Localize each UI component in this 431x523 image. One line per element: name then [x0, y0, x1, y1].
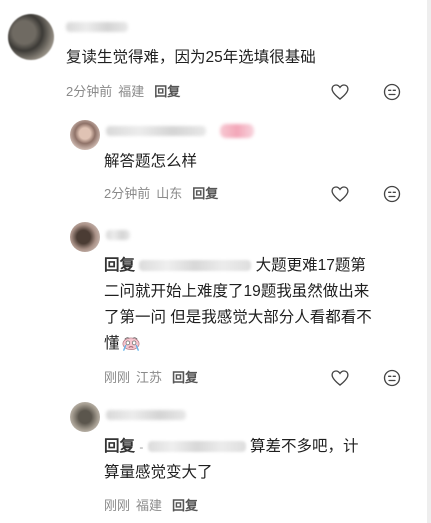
reply-text: 解答题怎么样 [104, 153, 198, 170]
reply-time: 刚刚 [104, 370, 131, 385]
unhappy-face-icon[interactable] [382, 82, 402, 102]
avatar[interactable] [70, 222, 100, 252]
reply-line: 算差不多吧，计 [249, 438, 359, 455]
crying-face-emoji [122, 337, 139, 351]
reply-button[interactable]: 回复 [192, 186, 218, 201]
reply-meta: 刚刚 福建 回复 [104, 498, 198, 514]
reply-line: 算量感觉变大了 [104, 464, 213, 481]
user-badge-blurred [220, 124, 254, 138]
comment-time: 2分钟前 [66, 84, 113, 99]
username-blurred[interactable] [106, 230, 130, 240]
comment-text: 复读生觉得难，因为25年选填很基础 [66, 49, 316, 66]
reply-line: 懂 [104, 335, 120, 352]
heart-outline-icon[interactable] [330, 184, 350, 204]
unhappy-face-icon[interactable] [382, 184, 402, 204]
mentioned-user-blurred[interactable] [139, 260, 252, 272]
comment-meta: 2分钟前 福建 回复 [66, 84, 180, 100]
reply-location: 福建 [136, 498, 163, 513]
mention-dash: - [139, 440, 144, 454]
reply-location: 江苏 [136, 370, 163, 385]
unhappy-face-icon[interactable] [382, 368, 402, 388]
reply-prefix: 回复 [104, 257, 136, 274]
reply-line: 二问就开始上难度了19题我虽然做出来 [104, 283, 370, 300]
reply-prefix: 回复 [104, 438, 136, 455]
avatar[interactable] [70, 402, 100, 432]
reply-line: 大题更难17题第 [255, 257, 366, 274]
username-blurred[interactable] [66, 22, 128, 32]
reply-button[interactable]: 回复 [154, 84, 180, 99]
reply-time: 2分钟前 [104, 186, 151, 201]
heart-outline-icon[interactable] [330, 82, 350, 102]
username-blurred[interactable] [106, 410, 186, 420]
scroll-track [427, 0, 431, 523]
avatar[interactable] [8, 14, 54, 60]
reply-text: 回复 大题更难17题第 二问就开始上难度了19题我虽然做出来 了第一问 但是我感… [104, 253, 414, 357]
comment-location: 福建 [118, 84, 145, 99]
username-blurred[interactable] [106, 126, 206, 136]
reply-meta: 刚刚 江苏 回复 [104, 370, 198, 386]
reply-line: 了第一问 但是我感觉大部分人看都看不 [104, 309, 372, 326]
reply-location: 山东 [156, 186, 183, 201]
reply-meta: 2分钟前 山东 回复 [104, 186, 218, 202]
reply-time: 刚刚 [104, 498, 131, 513]
reply-button[interactable]: 回复 [172, 498, 198, 513]
mentioned-user-blurred[interactable] [147, 441, 246, 453]
reply-button[interactable]: 回复 [172, 370, 198, 385]
reply-text: 回复 - 算差不多吧，计 算量感觉变大了 [104, 434, 414, 486]
avatar[interactable] [70, 120, 100, 150]
heart-outline-icon[interactable] [330, 368, 350, 388]
